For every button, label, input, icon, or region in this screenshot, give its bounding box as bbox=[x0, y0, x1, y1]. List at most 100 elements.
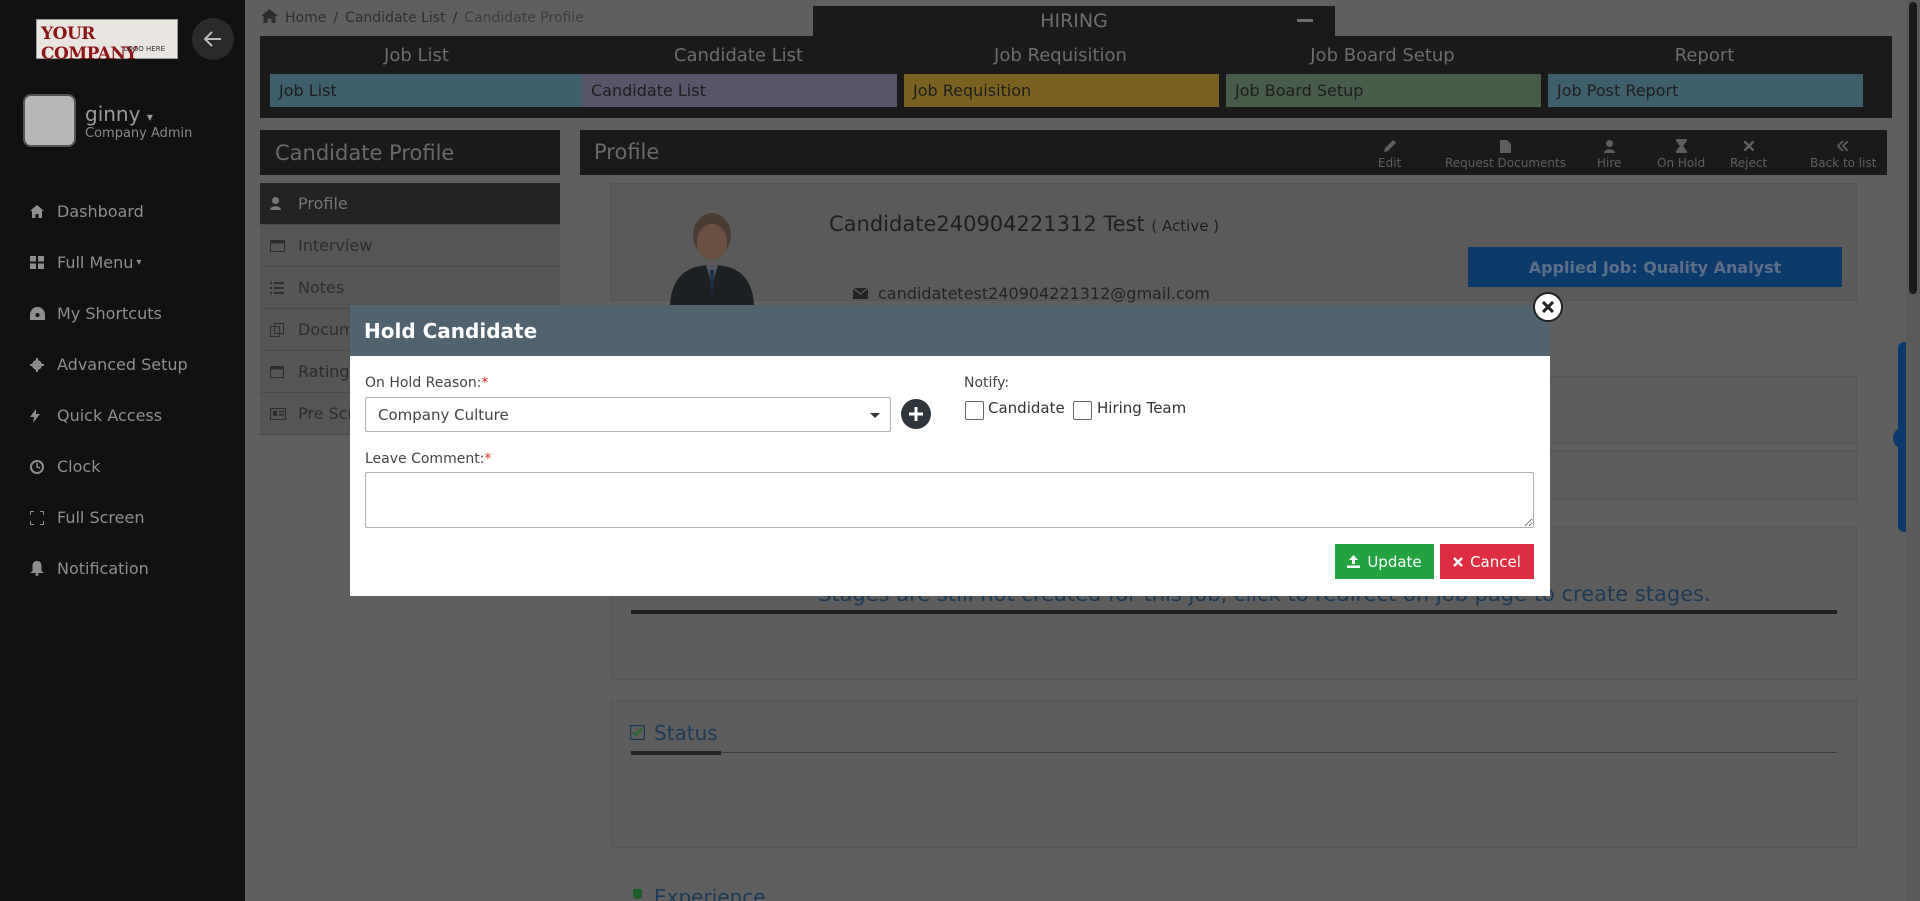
modal-close-button[interactable] bbox=[1533, 292, 1563, 322]
leave-comment-label: Leave Comment:* bbox=[365, 451, 491, 467]
nav-link-job-requisition[interactable]: Job Requisition bbox=[904, 74, 1219, 107]
add-reason-button[interactable] bbox=[901, 399, 931, 429]
profile-tab-profile[interactable]: Profile bbox=[260, 183, 560, 225]
cancel-button[interactable]: Cancel bbox=[1440, 544, 1534, 579]
stage-bar bbox=[631, 610, 1837, 614]
candidate-status: ( Active ) bbox=[1151, 217, 1220, 235]
breadcrumb-candidate-list[interactable]: Candidate List bbox=[345, 10, 446, 26]
minus-icon[interactable] bbox=[1297, 19, 1313, 22]
sidebar-item-full-screen[interactable]: Full Screen bbox=[0, 492, 245, 543]
breadcrumb-separator: / bbox=[452, 10, 458, 26]
notify-hiring-team-label[interactable]: Hiring Team bbox=[1097, 399, 1186, 417]
notify-candidate-label[interactable]: Candidate bbox=[988, 399, 1065, 417]
required-mark: * bbox=[484, 451, 492, 467]
breadcrumb-home[interactable]: Home bbox=[285, 10, 326, 26]
sidebar-item-label: Advanced Setup bbox=[57, 355, 188, 374]
candidate-email-row: candidatetest240904221312@gmail.com bbox=[852, 284, 1210, 303]
bell-icon bbox=[30, 561, 57, 576]
copy-icon bbox=[270, 322, 298, 337]
sidebar-item-label: Quick Access bbox=[57, 406, 163, 425]
sidebar-item-quick-access[interactable]: Quick Access bbox=[0, 390, 245, 441]
profile-tab-notes[interactable]: Notes bbox=[260, 267, 560, 309]
action-label: On Hold bbox=[1657, 156, 1706, 170]
back-to-list-button[interactable]: Back to list bbox=[1810, 136, 1876, 170]
comment-textarea[interactable] bbox=[365, 472, 1534, 528]
sidebar-item-notification[interactable]: Notification bbox=[0, 543, 245, 594]
modal-title: Hold Candidate bbox=[350, 305, 1550, 356]
on-hold-button[interactable]: On Hold bbox=[1657, 136, 1705, 170]
candidate-email[interactable]: candidatetest240904221312@gmail.com bbox=[878, 284, 1210, 303]
nav-link-job-list[interactable]: Job List bbox=[270, 74, 583, 107]
hiring-menu-bar[interactable]: HIRING bbox=[813, 6, 1335, 36]
logo-subtext: LOGO HERE bbox=[123, 45, 165, 53]
profile-tab-interview[interactable]: Interview bbox=[260, 225, 560, 267]
arrow-left-icon bbox=[204, 31, 221, 47]
notify-hiring-team-checkbox[interactable] bbox=[1073, 401, 1092, 420]
breadcrumb-separator: / bbox=[333, 10, 339, 26]
sidebar-item-my-shortcuts[interactable]: My Shortcuts bbox=[0, 288, 245, 339]
hiring-top-nav: Job List Job List Candidate List Candida… bbox=[260, 36, 1892, 118]
action-label: Request Documents bbox=[1445, 156, 1566, 170]
company-logo[interactable]: YOUR COMPANY LOGO HERE bbox=[36, 19, 178, 64]
action-label: Reject bbox=[1730, 156, 1768, 170]
sidebar-item-full-menu[interactable]: Full Menu ▾ bbox=[0, 237, 245, 288]
nav-link-job-post-report[interactable]: Job Post Report bbox=[1548, 74, 1863, 107]
nav-link-candidate-list[interactable]: Candidate List bbox=[582, 74, 897, 107]
trophy-icon bbox=[630, 885, 645, 901]
tab-label: Notes bbox=[298, 278, 345, 297]
breadcrumb-current: Candidate Profile bbox=[464, 10, 584, 26]
applied-job-badge[interactable]: Applied Job: Quality Analyst bbox=[1468, 247, 1842, 287]
sidebar-item-clock[interactable]: Clock bbox=[0, 441, 245, 492]
update-button[interactable]: Update bbox=[1335, 544, 1434, 579]
candidate-name-row: Candidate240904221312 Test ( Active ) bbox=[829, 212, 1219, 236]
pencil-icon bbox=[1383, 136, 1396, 156]
close-icon bbox=[1542, 301, 1554, 313]
avatar[interactable] bbox=[23, 94, 76, 147]
user-menu[interactable]: ginny ▾ bbox=[85, 102, 153, 126]
collapse-sidebar-button[interactable] bbox=[192, 18, 234, 60]
profile-title: Profile bbox=[594, 140, 660, 164]
edit-button[interactable]: Edit bbox=[1378, 136, 1401, 170]
close-icon bbox=[1743, 136, 1754, 156]
update-label: Update bbox=[1367, 552, 1422, 571]
hiring-title: HIRING bbox=[1040, 10, 1108, 32]
sidebar: YOUR COMPANY LOGO HERE ginny ▾ Company A… bbox=[0, 0, 245, 901]
user-icon bbox=[270, 197, 298, 210]
nav-group-job-list: Job List Job List bbox=[260, 36, 583, 107]
nav-group-candidate-list: Candidate List Candidate List bbox=[582, 36, 897, 107]
page-scrollbar[interactable] bbox=[1906, 0, 1920, 901]
sidebar-item-label: Full Menu bbox=[57, 253, 134, 272]
calendar-icon bbox=[270, 365, 298, 378]
experience-title: Experience bbox=[654, 885, 766, 901]
chevron-down-icon: ▾ bbox=[146, 110, 153, 124]
document-icon bbox=[1499, 136, 1511, 156]
hire-button[interactable]: Hire bbox=[1597, 136, 1621, 170]
tab-label: Interview bbox=[298, 236, 373, 255]
cancel-label: Cancel bbox=[1470, 552, 1521, 571]
check-square-icon bbox=[629, 721, 646, 745]
hourglass-icon bbox=[1675, 136, 1687, 156]
tab-label: Profile bbox=[298, 194, 348, 213]
sidebar-item-label: Full Screen bbox=[57, 508, 145, 527]
nav-link-job-board-setup[interactable]: Job Board Setup bbox=[1226, 74, 1541, 107]
nav-group-title: Job List bbox=[384, 45, 449, 66]
notify-candidate-checkbox[interactable] bbox=[965, 401, 984, 420]
bolt-icon bbox=[30, 408, 57, 423]
nav-group-job-requisition: Job Requisition Job Requisition bbox=[904, 36, 1219, 107]
user-icon bbox=[1603, 136, 1615, 156]
calendar-icon bbox=[270, 239, 298, 252]
scrollbar-thumb[interactable] bbox=[1909, 2, 1917, 294]
user-name: ginny bbox=[85, 102, 141, 126]
sidebar-item-advanced-setup[interactable]: Advanced Setup bbox=[0, 339, 245, 390]
sidebar-item-dashboard[interactable]: Dashboard bbox=[0, 186, 245, 237]
candidate-name: Candidate240904221312 Test bbox=[829, 212, 1145, 236]
on-hold-reason-select[interactable]: Company Culture bbox=[365, 397, 891, 432]
action-label: Edit bbox=[1378, 156, 1402, 170]
nav-group-title: Job Board Setup bbox=[1310, 45, 1455, 66]
request-documents-button[interactable]: Request Documents bbox=[1445, 136, 1566, 170]
status-title: Status bbox=[654, 721, 718, 745]
label-text: Leave Comment: bbox=[365, 451, 485, 467]
clock-icon bbox=[30, 459, 57, 474]
reject-button[interactable]: Reject bbox=[1730, 136, 1767, 170]
nav-group-title: Report bbox=[1674, 45, 1735, 66]
